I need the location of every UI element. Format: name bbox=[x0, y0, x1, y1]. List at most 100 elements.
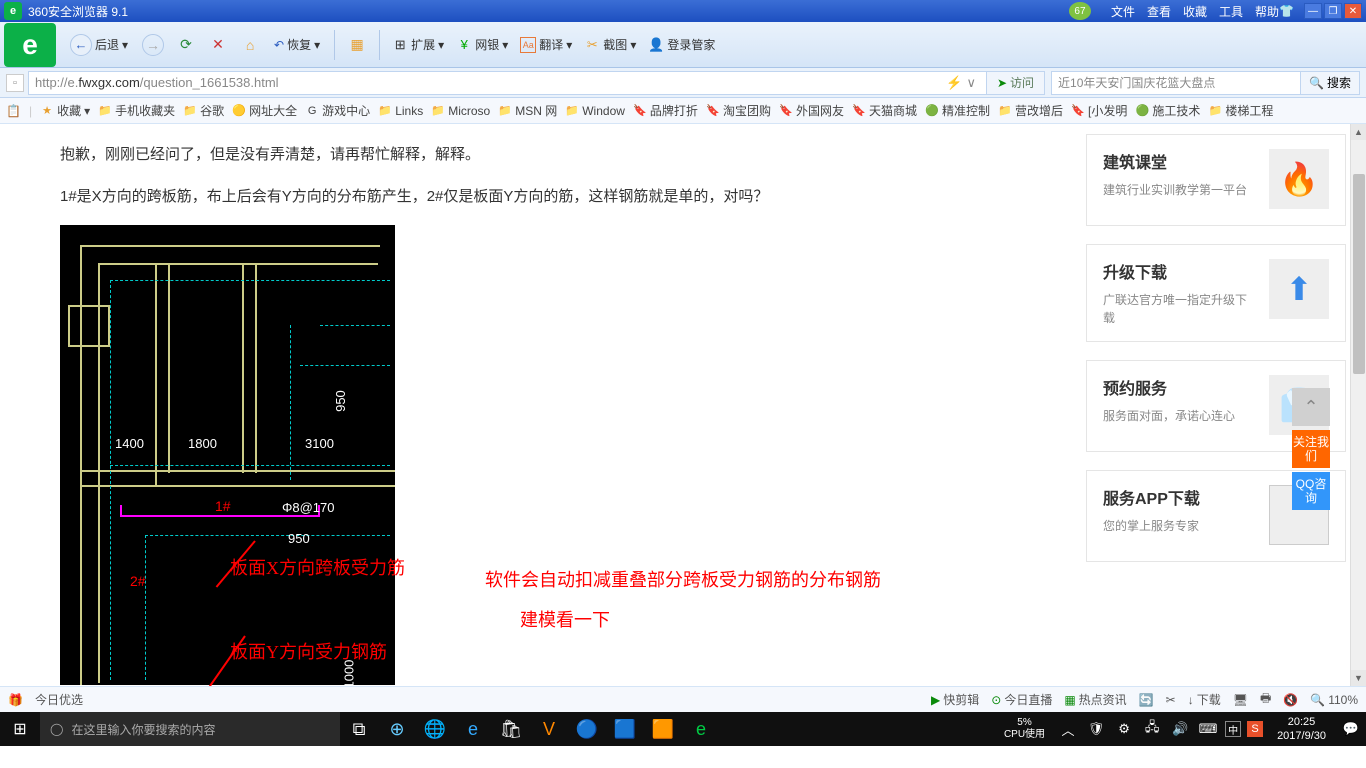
screenshot-button[interactable]: ✂截图▾ bbox=[578, 36, 642, 53]
bookmark-item[interactable]: 🔖淘宝团购 bbox=[706, 102, 771, 119]
bookmark-favorites[interactable]: ★收藏▾ bbox=[40, 102, 90, 119]
taskbar-app-icon[interactable]: 🔵 bbox=[568, 712, 606, 746]
status-icon[interactable]: 🔄 bbox=[1139, 693, 1154, 707]
app-logo-icon: e bbox=[4, 2, 22, 20]
bookmark-item[interactable]: 📁Links bbox=[378, 104, 423, 118]
download-button[interactable]: ↓下载 bbox=[1188, 691, 1221, 708]
ime-icon[interactable]: 中 bbox=[1225, 721, 1241, 737]
status-icon[interactable]: 🖥 bbox=[1233, 693, 1248, 707]
tray-chevron-icon[interactable]: ︿ bbox=[1057, 712, 1079, 746]
ime-icon[interactable]: S bbox=[1247, 721, 1263, 737]
store-icon[interactable]: 🛍 bbox=[492, 712, 530, 746]
bookmark-item[interactable]: 📁楼梯工程 bbox=[1208, 102, 1273, 119]
clip-button[interactable]: ▶快剪辑 bbox=[931, 691, 979, 708]
forward-button[interactable]: → bbox=[142, 34, 164, 56]
keyboard-icon[interactable]: ⌨ bbox=[1197, 712, 1219, 746]
taskbar-app-icon[interactable]: 🟧 bbox=[644, 712, 682, 746]
bookmark-item[interactable]: G游戏中心 bbox=[305, 102, 370, 119]
back-to-top-button[interactable]: ⌃ bbox=[1292, 388, 1330, 426]
cpu-meter[interactable]: 5%CPU使用 bbox=[998, 717, 1051, 741]
menu-favorites[interactable]: 收藏 bbox=[1183, 3, 1207, 20]
bookmark-item[interactable]: 🟢精准控制 bbox=[925, 102, 990, 119]
bank-button[interactable]: ¥网银▾ bbox=[450, 36, 514, 53]
search-button[interactable]: 🔍搜索 bbox=[1301, 71, 1360, 95]
stop-button[interactable]: ✕ bbox=[208, 35, 228, 55]
taskbar-app-icon[interactable]: ⊕ bbox=[378, 712, 416, 746]
bookmark-item[interactable]: 📁营改增后 bbox=[998, 102, 1063, 119]
sidebar-card[interactable]: 升级下载广联达官方唯一指定升级下载 ⬆ bbox=[1086, 244, 1346, 342]
system-clock[interactable]: 20:252017/9/30 bbox=[1269, 715, 1334, 744]
skin-icon[interactable]: 👕 bbox=[1279, 4, 1294, 18]
action-center-icon[interactable]: 💬 bbox=[1340, 712, 1362, 746]
translate-button[interactable]: Aа翻译▾ bbox=[514, 36, 578, 53]
browser-taskbar-icon[interactable]: e bbox=[682, 712, 720, 746]
bookmark-item[interactable]: 📁MSN 网 bbox=[498, 102, 557, 119]
bookmark-item[interactable]: 🟡网址大全 bbox=[232, 102, 297, 119]
taskbar-app-icon[interactable]: 🟦 bbox=[606, 712, 644, 746]
status-icon[interactable]: ✂ bbox=[1166, 693, 1176, 707]
live-button[interactable]: ⊙今日直播 bbox=[991, 691, 1052, 708]
task-view-icon[interactable]: ⧉ bbox=[340, 712, 378, 746]
extension-button[interactable]: ⊞扩展▾ bbox=[386, 36, 450, 53]
scrollbar-thumb[interactable] bbox=[1353, 174, 1365, 374]
search-input[interactable]: 近10年天安门国庆花篮大盘点 bbox=[1051, 71, 1301, 95]
grid-icon[interactable]: ▦ bbox=[347, 35, 367, 55]
bookmark-item[interactable]: 🔖品牌打折 bbox=[633, 102, 698, 119]
back-button[interactable]: ← 后退 ▾ bbox=[62, 30, 136, 60]
url-input[interactable]: http://e.fwxgx.com/question_1661538.html… bbox=[28, 71, 987, 95]
bookmark-item[interactable]: 📁Microso bbox=[431, 104, 490, 118]
bookmark-item[interactable]: 🔖外国网友 bbox=[779, 102, 844, 119]
taskbar-app-icon[interactable]: 🌐 bbox=[416, 712, 454, 746]
browser-logo-icon[interactable]: e bbox=[4, 23, 56, 67]
taskbar-search[interactable]: ◯在这里输入你要搜索的内容 bbox=[40, 712, 340, 746]
edge-icon[interactable]: e bbox=[454, 712, 492, 746]
home-button[interactable]: ⌂ bbox=[240, 35, 260, 55]
tray-icon[interactable]: 🛡 bbox=[1085, 712, 1107, 746]
bookmark-item[interactable]: 🟢施工技术 bbox=[1135, 102, 1200, 119]
menu-view[interactable]: 查看 bbox=[1147, 3, 1171, 20]
mute-icon[interactable]: 🔇 bbox=[1283, 693, 1298, 707]
tray-icon[interactable]: ⚙ bbox=[1113, 712, 1135, 746]
chevron-down-icon[interactable]: ∨ bbox=[966, 75, 976, 91]
bookmark-item[interactable]: 📁手机收藏夹 bbox=[98, 102, 175, 119]
zoom-label[interactable]: 🔍 110% bbox=[1310, 693, 1358, 707]
bookmark-item[interactable]: 🔖天猫商城 bbox=[852, 102, 917, 119]
restore-button[interactable]: ↶ 恢复 ▾ bbox=[266, 32, 328, 57]
translate-icon: Aа bbox=[520, 37, 536, 53]
browser-toolbar: e ← 后退 ▾ → ⟳ ✕ ⌂ ↶ 恢复 ▾ ▦ ⊞扩展▾ ¥网银▾ Aа翻译… bbox=[0, 22, 1366, 68]
minimize-button[interactable]: — bbox=[1304, 3, 1322, 19]
maximize-button[interactable]: ❐ bbox=[1324, 3, 1342, 19]
notification-badge[interactable]: 67 bbox=[1069, 2, 1091, 20]
start-button[interactable]: ⊞ bbox=[0, 712, 40, 746]
visit-button[interactable]: ➤访问 bbox=[987, 71, 1045, 95]
annotation: 板面Y方向受力钢筋 bbox=[230, 637, 387, 668]
close-button[interactable]: ✕ bbox=[1344, 3, 1362, 19]
windows-taskbar: ⊞ ◯在这里输入你要搜索的内容 ⧉ ⊕ 🌐 e 🛍 V 🔵 🟦 🟧 e 5%CP… bbox=[0, 712, 1366, 746]
bookmark-item[interactable]: 📁Window bbox=[565, 104, 625, 118]
back-arrow-icon: ← bbox=[70, 34, 92, 56]
annotation: 板面X方向跨板受力筋 bbox=[230, 553, 405, 584]
annotation: 建模看一下 bbox=[520, 605, 610, 636]
taskbar-app-icon[interactable]: V bbox=[530, 712, 568, 746]
status-icon[interactable]: 🖶 bbox=[1260, 689, 1271, 710]
login-admin-button[interactable]: 👤登录管家 bbox=[642, 36, 721, 53]
menu-help[interactable]: 帮助 bbox=[1255, 3, 1279, 20]
today-picks-icon[interactable]: 🎁 bbox=[8, 693, 23, 707]
today-picks-label[interactable]: 今日优选 bbox=[35, 691, 83, 708]
news-button[interactable]: ▦热点资讯 bbox=[1064, 691, 1126, 708]
bookmark-item[interactable]: 🔖[小发明 bbox=[1071, 102, 1127, 119]
network-icon[interactable]: 🖧 bbox=[1141, 712, 1163, 746]
follow-button[interactable]: 关注我们 bbox=[1292, 430, 1330, 468]
bookmark-toggle-icon[interactable]: 📋 bbox=[6, 104, 21, 118]
scroll-down-icon[interactable]: ▼ bbox=[1351, 670, 1366, 686]
menu-file[interactable]: 文件 bbox=[1111, 3, 1135, 20]
volume-icon[interactable]: 🔊 bbox=[1169, 712, 1191, 746]
scroll-up-icon[interactable]: ▲ bbox=[1351, 124, 1366, 140]
sidebar-card[interactable]: 建筑课堂建筑行业实训教学第一平台 🔥 bbox=[1086, 134, 1346, 226]
menu-tools[interactable]: 工具 bbox=[1219, 3, 1243, 20]
vertical-scrollbar[interactable]: ▲ ▼ bbox=[1350, 124, 1366, 686]
bookmark-item[interactable]: 📁谷歌 bbox=[183, 102, 224, 119]
refresh-button[interactable]: ⟳ bbox=[176, 35, 196, 55]
address-bar: ▫ http://e.fwxgx.com/question_1661538.ht… bbox=[0, 68, 1366, 98]
qq-consult-button[interactable]: QQ咨询 bbox=[1292, 472, 1330, 510]
